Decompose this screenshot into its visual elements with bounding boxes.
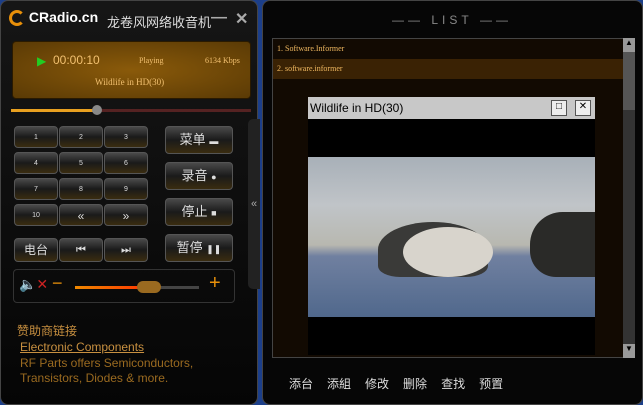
- maximize-button[interactable]: □: [551, 100, 567, 116]
- keypad-button[interactable]: 5: [59, 152, 103, 174]
- next-button[interactable]: ⏭: [104, 238, 148, 262]
- app-title: 龙卷风网络收音机: [107, 15, 212, 30]
- sponsor-desc: RF Parts offers Semiconductors,: [20, 356, 194, 370]
- volume-slider[interactable]: [75, 281, 199, 293]
- sponsor-heading: 赞助商链接: [17, 324, 78, 338]
- side-button[interactable]: 菜单 ▬: [165, 126, 233, 154]
- progress-thumb[interactable]: [92, 105, 103, 115]
- list-action-button[interactable]: 查找: [441, 377, 465, 391]
- side-button-icon: ❚❚: [206, 244, 222, 254]
- side-button-label: 暂停: [176, 240, 203, 255]
- scrollbar[interactable]: ▲ ▼: [623, 38, 635, 358]
- side-button-icon: ●: [211, 172, 217, 182]
- keypad-button[interactable]: 2: [59, 126, 103, 148]
- list-action-button[interactable]: 预置: [479, 377, 503, 391]
- side-button[interactable]: 停止 ■: [165, 198, 233, 226]
- volume-thumb[interactable]: [137, 281, 162, 293]
- minimize-button[interactable]: —: [211, 9, 227, 27]
- seal-image: [530, 212, 595, 277]
- station-button[interactable]: 电台: [14, 238, 58, 262]
- volume-bar: 🔈✕ − +: [13, 269, 235, 303]
- seal-image: [403, 227, 493, 277]
- side-button-label: 停止: [181, 204, 208, 219]
- list-action-button[interactable]: 删除: [403, 377, 427, 391]
- sponsor-link[interactable]: Electronic Components: [20, 340, 144, 354]
- scroll-down-icon[interactable]: ▼: [623, 344, 635, 358]
- video-window: Wildlife in HD(30) □ ✕: [308, 97, 595, 355]
- keypad-button[interactable]: 9: [104, 178, 148, 200]
- list-title: —— LIST ——: [391, 13, 513, 27]
- player-panel: CRadio.cn 龙卷风网络收音机 — ✕ ▶ 00:00:10 Playin…: [0, 0, 260, 405]
- side-button-icon: ▬: [209, 136, 219, 146]
- volume-up-button[interactable]: +: [209, 272, 221, 295]
- side-button-label: 录音: [181, 168, 208, 183]
- now-playing-display: ▶ 00:00:10 Playing 6134 Kbps Wildlife in…: [12, 41, 251, 99]
- side-button-label: 菜单: [179, 132, 206, 147]
- list-title-text: LIST: [431, 13, 473, 27]
- keypad-button[interactable]: 4: [14, 152, 58, 174]
- scroll-up-icon[interactable]: ▲: [623, 38, 635, 52]
- list-action-button[interactable]: 添台: [289, 377, 313, 391]
- list-actions: 添台 添組 修改 删除 查找 预置: [289, 375, 517, 393]
- list-panel: —— LIST —— 1. Software.Informer 2. softw…: [262, 0, 643, 405]
- volume-down-button[interactable]: −: [52, 273, 63, 294]
- side-button[interactable]: 录音 ●: [165, 162, 233, 190]
- mute-icon[interactable]: 🔈✕: [19, 276, 48, 293]
- side-button-icon: ■: [211, 208, 217, 218]
- station-name: Wildlife in HD(30): [95, 77, 165, 87]
- keypad-button[interactable]: »: [104, 204, 148, 226]
- keypad-button[interactable]: 3: [104, 126, 148, 148]
- previous-button[interactable]: ⏮: [59, 238, 103, 262]
- side-button[interactable]: 暂停 ❚❚: [165, 234, 233, 262]
- keypad-button[interactable]: 1: [14, 126, 58, 148]
- elapsed-time: 00:00:10: [53, 53, 100, 67]
- cradio-logo-icon: [9, 10, 25, 27]
- brand-name: CRadio.cn: [28, 9, 99, 25]
- video-frame: [308, 157, 595, 317]
- logo: CRadio.cn: [9, 9, 99, 27]
- bitrate: 6134 Kbps: [205, 56, 240, 65]
- keypad-button[interactable]: 7: [14, 178, 58, 200]
- sponsor-desc: Transistors, Diodes & more.: [20, 371, 169, 385]
- list-action-button[interactable]: 修改: [365, 377, 389, 391]
- list-action-button[interactable]: 添組: [327, 377, 351, 391]
- keypad-button[interactable]: «: [59, 204, 103, 226]
- video-title: Wildlife in HD(30): [310, 101, 404, 115]
- list-item[interactable]: 1. Software.Informer: [273, 39, 623, 59]
- keypad-button[interactable]: 6: [104, 152, 148, 174]
- video-titlebar[interactable]: Wildlife in HD(30) □ ✕: [308, 97, 595, 119]
- keypad-button[interactable]: 10: [14, 204, 58, 226]
- close-video-button[interactable]: ✕: [575, 100, 591, 116]
- progress-slider[interactable]: [11, 105, 251, 115]
- list-item-selected[interactable]: 2. software.informer: [273, 59, 623, 79]
- play-icon: ▶: [37, 54, 47, 68]
- play-status: Playing: [139, 56, 164, 65]
- scroll-thumb[interactable]: [623, 52, 635, 110]
- keypad-button[interactable]: 8: [59, 178, 103, 200]
- close-button[interactable]: ✕: [235, 9, 248, 29]
- collapse-panel-button[interactable]: «: [248, 119, 260, 289]
